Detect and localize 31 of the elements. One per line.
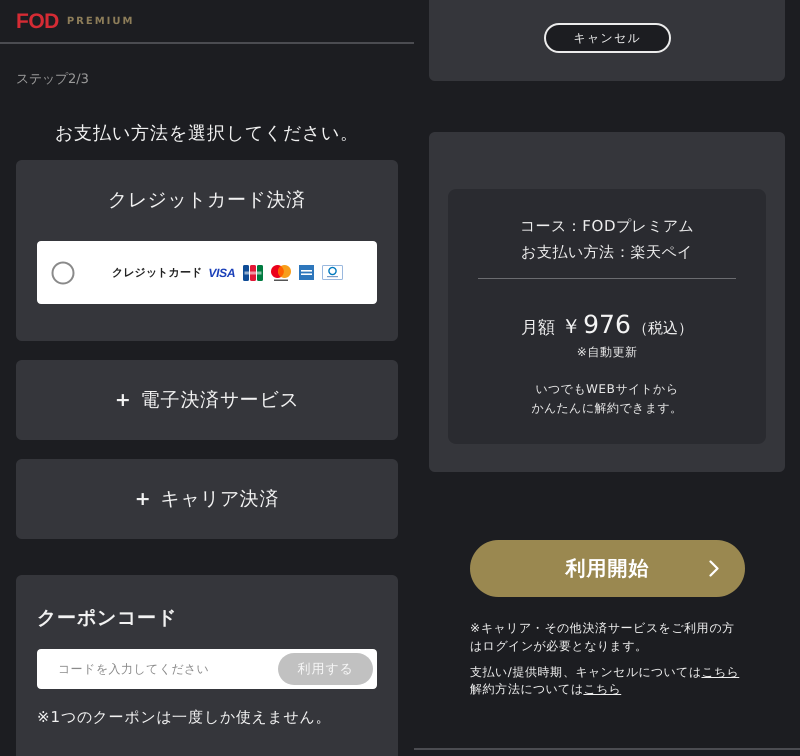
payment-section-toggle[interactable]: + 電子決済サービス <box>16 360 398 440</box>
payment-section-toggle[interactable]: + キャリア決済 <box>16 459 398 539</box>
course-text: コース：FODプレミアム <box>520 216 694 237</box>
page-heading: お支払い方法を選択してください。 <box>54 122 360 146</box>
info-text: 支払い/提供時期、キャンセルについては <box>470 664 702 681</box>
info-text: 解約方法については <box>470 681 584 698</box>
tricolor-stripes-icon <box>243 264 264 280</box>
payment-method-text: お支払い方法：楽天ペイ <box>521 242 693 263</box>
price-amount: ￥976 <box>561 309 631 341</box>
logo-label: PREMIUM <box>66 17 134 27</box>
radio-button[interactable] <box>51 260 75 284</box>
section-title: クレジットカード決済 <box>107 188 307 212</box>
renewal-note: ※自動更新 <box>576 344 638 361</box>
striped-square-icon <box>299 265 314 280</box>
details-link[interactable]: こちら <box>583 681 622 698</box>
cancel-info-text: いつでもWEBサイトから かんたんに解約できます。 <box>531 381 683 417</box>
credit-card-option[interactable]: クレジットカード VISA <box>37 241 377 304</box>
chevron-right-icon <box>709 560 719 577</box>
details-link[interactable]: こちら <box>701 664 740 681</box>
cancel-button[interactable]: キャンセル <box>544 23 670 53</box>
tax-note: （税込） <box>632 318 693 339</box>
option-label: クレジットカード <box>112 265 202 280</box>
price-label: 月額 <box>521 317 556 340</box>
coupon-title: クーポンコード <box>37 606 178 630</box>
logo-mark: FOD <box>16 10 59 32</box>
step-indicator: ステップ2/3 <box>16 72 90 88</box>
ring-card-icon <box>322 265 344 280</box>
coupon-note: ※1つのクーポンは一度しか使えません。 <box>37 707 332 727</box>
overlapping-circles-icon <box>271 264 292 280</box>
login-note: ※キャリア・その他決済サービスをご利用の方はログインが必要となります。 <box>470 620 736 655</box>
visa-logo: VISA <box>208 266 236 280</box>
